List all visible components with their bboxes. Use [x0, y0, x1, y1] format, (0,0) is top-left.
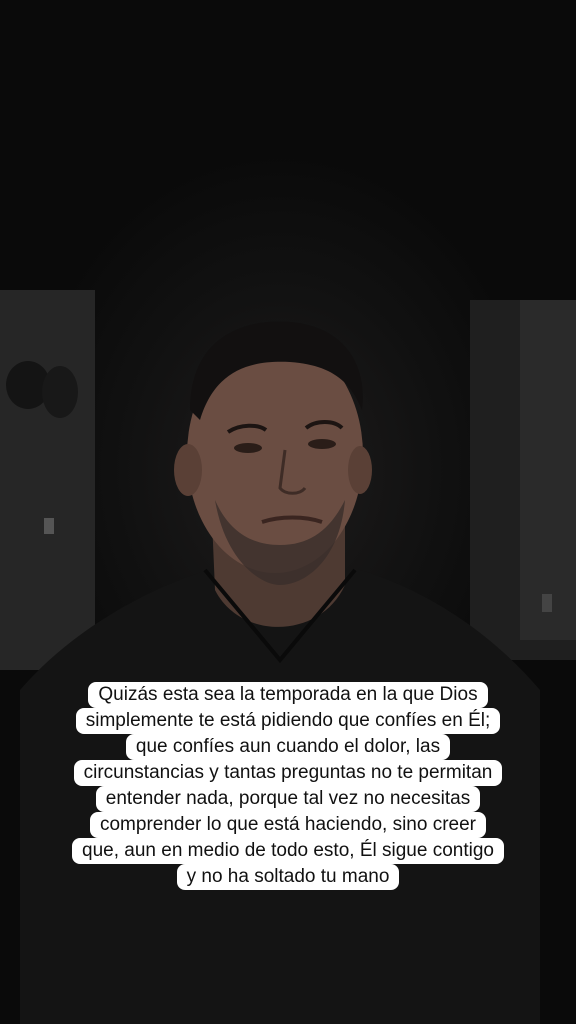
- caption-line: Quizás esta sea la temporada en la que D…: [88, 682, 488, 708]
- hanging-item: [42, 366, 78, 418]
- caption-line: entender nada, porque tal vez no necesit…: [95, 786, 481, 812]
- caption-line: que, aun en medio de todo esto, Él sigue…: [72, 838, 504, 864]
- caption-line: y no ha soltado tu mano: [176, 864, 400, 890]
- wall-switch: [44, 518, 54, 534]
- caption-line: circunstancias y tantas preguntas no te …: [73, 760, 503, 786]
- left-wall: [0, 290, 95, 670]
- caption-line: simplemente te está pidiendo que confíes…: [75, 708, 501, 734]
- right-wall-light: [520, 300, 576, 640]
- wall-outlet: [542, 594, 552, 612]
- caption-line: comprender lo que está haciendo, sino cr…: [89, 812, 486, 838]
- subtitle-caption: Quizás esta sea la temporada en la que D…: [0, 682, 576, 890]
- caption-line: que confíes aun cuando el dolor, las: [125, 734, 451, 760]
